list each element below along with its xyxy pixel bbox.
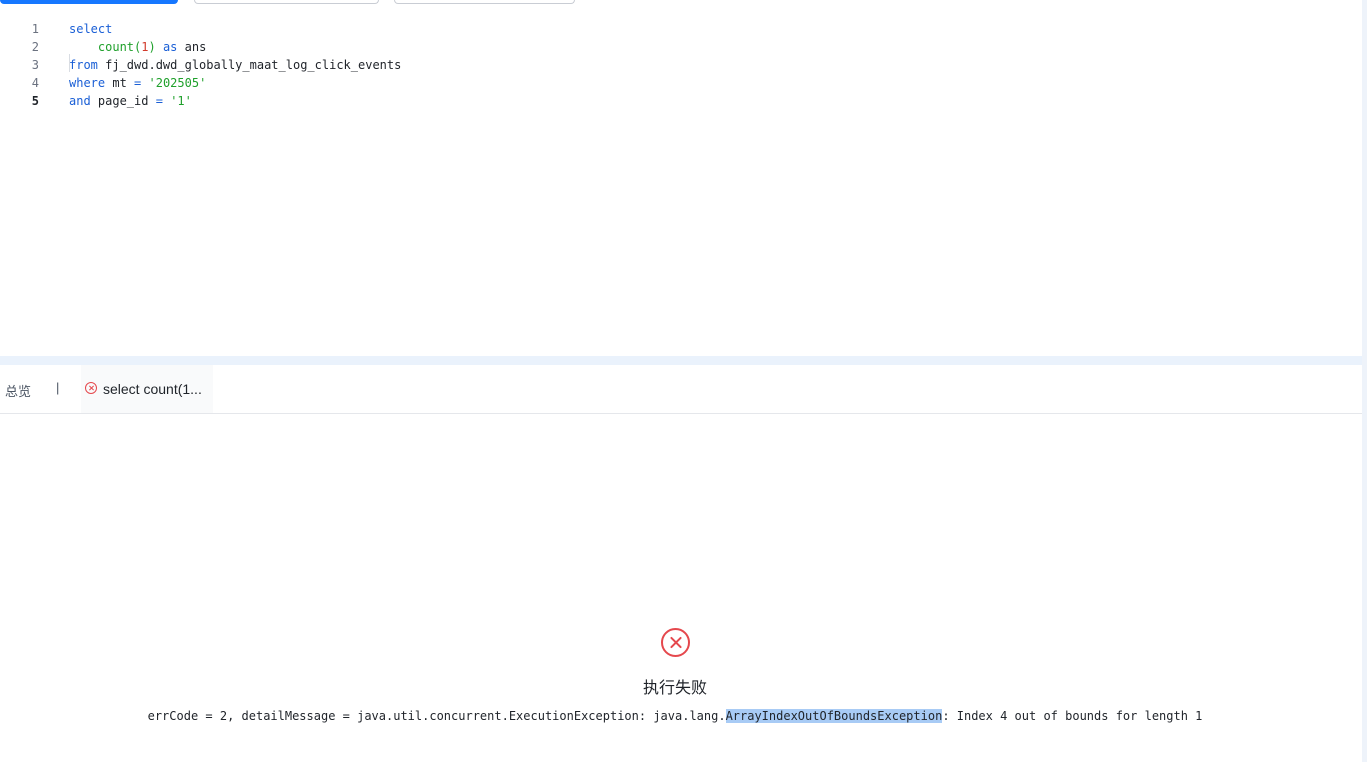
code-text: from fj_dwd.dwd_globally_maat_log_click_… [69,56,401,74]
error-message-prefix: errCode = 2, detailMessage = java.util.c… [147,709,726,723]
code-line[interactable]: 5 and page_id = '1' [0,92,1362,110]
scrollbar-track[interactable] [1362,0,1367,762]
toolbar-button-3[interactable] [394,0,575,4]
code-text: select [69,20,112,38]
tab-query-label: select count(1... [103,381,202,397]
error-message: errCode = 2, detailMessage = java.util.c… [0,707,1350,725]
code-line[interactable]: 2 count(1) as ans [0,38,1362,56]
code-line[interactable]: 3 from fj_dwd.dwd_globally_maat_log_click… [0,56,1362,74]
line-number: 1 [31,22,39,36]
code-line[interactable]: 4 where mt = '202505' [0,74,1362,92]
line-number: 4 [31,76,39,90]
sql-editor[interactable]: 1 select 2 count(1) as ans 3 from fj_dwd.dwd… [0,18,1362,356]
results-tab-bar: 总览 | select count(1... [0,365,1362,414]
code-line[interactable]: 1 select [0,20,1362,38]
error-message-highlight: ArrayIndexOutOfBoundsException [725,709,943,723]
code-token: '1' [170,94,192,108]
fail-title: 执行失败 [642,680,707,697]
code-token: mt [105,76,135,90]
code-token: ) [148,40,163,54]
line-number: 3 [31,58,39,72]
code-text: where mt = '202505' [69,74,206,92]
tab-query-result[interactable]: select count(1... [81,365,213,413]
code-text: and page_id = '1' [69,92,192,110]
toolbar [0,0,1367,6]
code-text: count(1) as ans [69,38,206,56]
code-token: select [69,22,113,36]
line-number: 2 [31,40,39,54]
error-circle-icon [85,382,97,394]
code-token: and [69,94,91,108]
tab-separator: | [56,380,60,395]
panel-splitter[interactable] [0,356,1367,365]
code-token: ans [177,40,207,54]
code-token: where [69,76,106,90]
code-token: = [155,94,163,108]
code-token: as [162,40,178,54]
code-token: fj_dwd.dwd_globally_maat_log_click_event… [97,58,402,72]
run-button[interactable] [0,0,178,4]
error-message-suffix: : Index 4 out of bounds for length 1 [942,709,1203,723]
code-token: from [69,58,98,72]
tab-overview[interactable]: 总览 [5,381,31,400]
code-token: '202505' [148,76,207,90]
code-token: count( [97,40,142,54]
code-token: 1 [141,40,149,54]
error-circle-icon [661,628,690,657]
toolbar-button-2[interactable] [194,0,379,4]
line-number: 5 [31,94,39,108]
code-token: page_id [90,94,156,108]
